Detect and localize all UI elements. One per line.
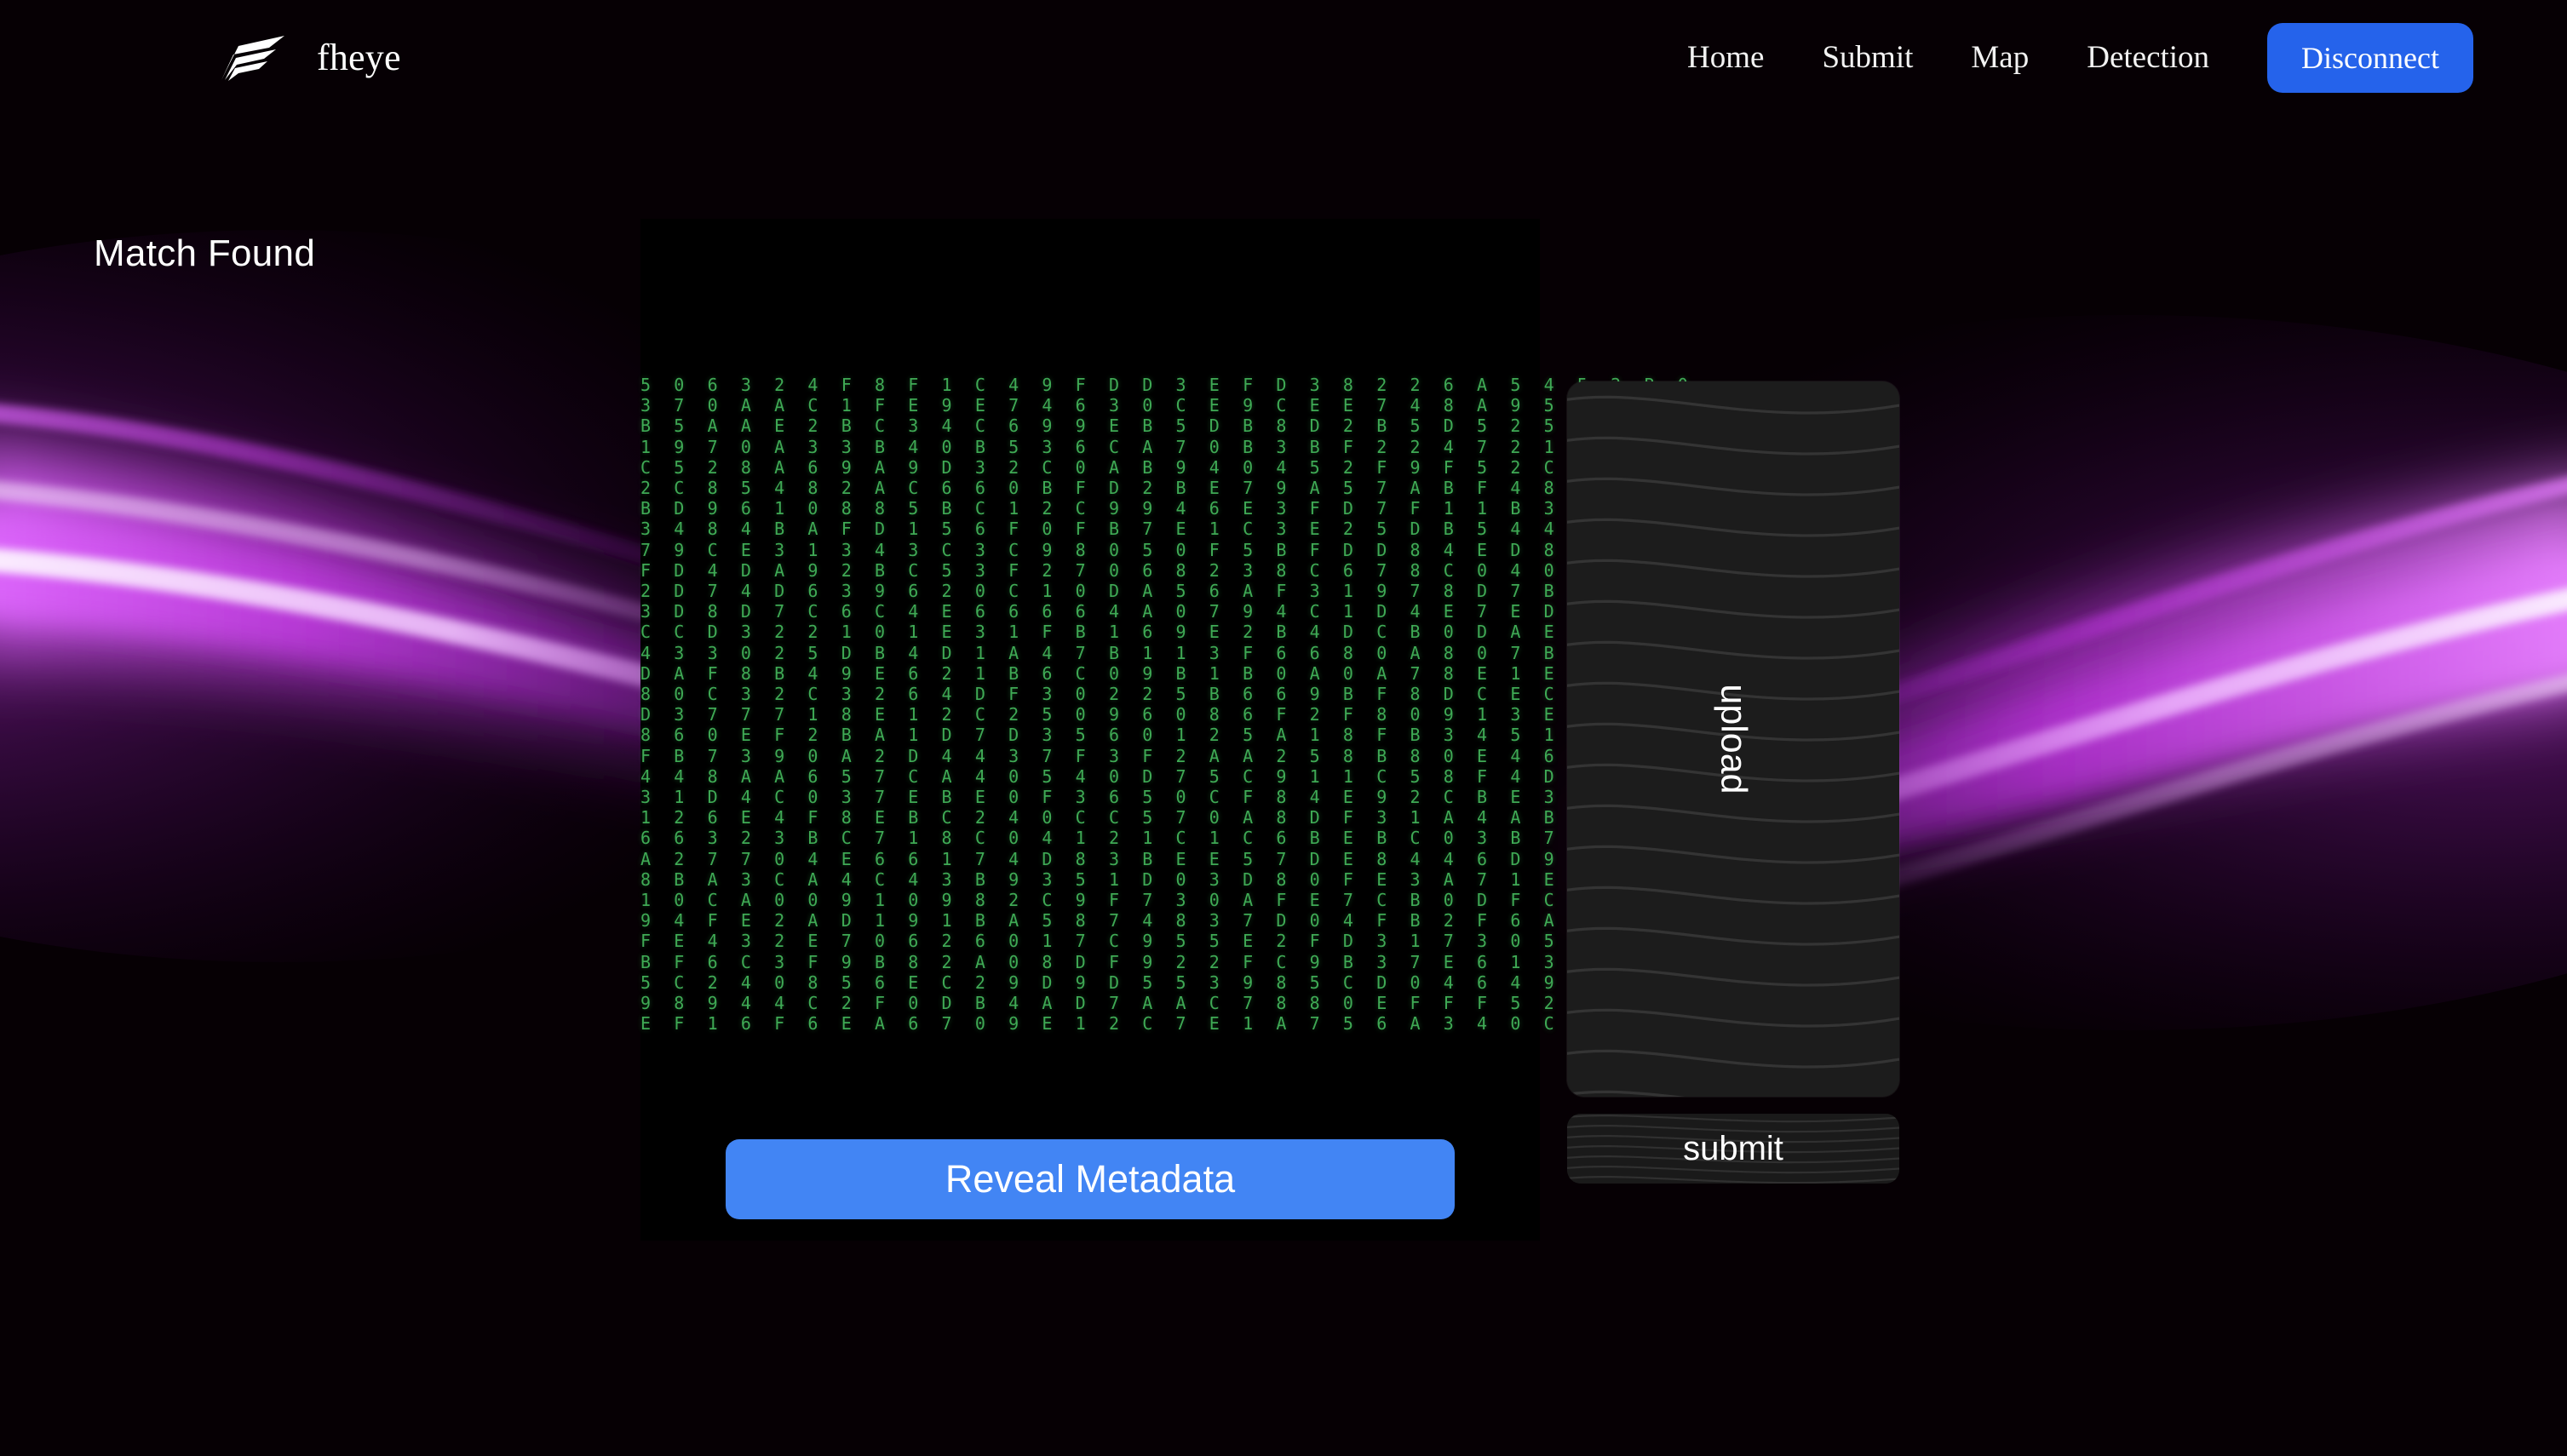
wing-icon xyxy=(221,35,284,81)
nav-links: Home Submit Map Detection Disconnect xyxy=(1687,22,2473,93)
upload-label: upload xyxy=(1713,684,1754,794)
upload-column: upload submit xyxy=(1567,381,1899,1184)
nav-link-home[interactable]: Home xyxy=(1687,39,1764,76)
match-result-card xyxy=(640,219,1540,1241)
submit-button[interactable]: submit xyxy=(1567,1114,1899,1184)
reveal-metadata-button[interactable]: Reveal Metadata xyxy=(726,1139,1455,1219)
disconnect-button[interactable]: Disconnect xyxy=(2267,22,2473,93)
nav-link-detection[interactable]: Detection xyxy=(2087,39,2209,76)
nav-link-submit[interactable]: Submit xyxy=(1822,39,1913,76)
upload-dropzone[interactable]: upload xyxy=(1567,381,1899,1097)
brand-name: fheye xyxy=(317,37,401,78)
nav-link-map[interactable]: Map xyxy=(1971,39,2029,76)
brand[interactable]: fheye xyxy=(213,32,401,83)
top-navbar: fheye Home Submit Map Detection Disconne… xyxy=(0,0,2567,115)
submit-label: submit xyxy=(1683,1129,1783,1167)
